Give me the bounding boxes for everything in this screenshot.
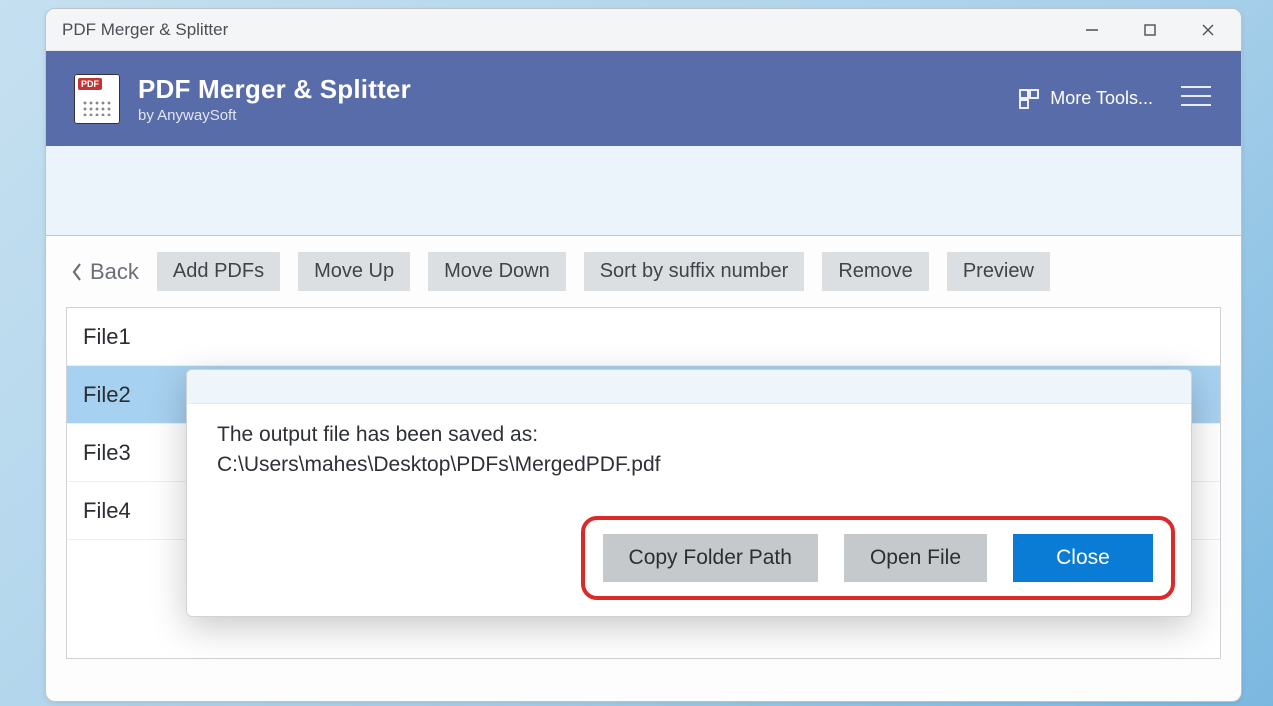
sort-button[interactable]: Sort by suffix number — [584, 252, 805, 291]
banner-strip — [46, 146, 1241, 236]
dialog-titlebar — [187, 370, 1191, 404]
preview-button[interactable]: Preview — [947, 252, 1050, 291]
window-minimize-button[interactable] — [1063, 12, 1121, 48]
app-window: PDF Merger & Splitter PDF Merger & Split… — [45, 8, 1242, 702]
app-subtitle: by AnywaySoft — [138, 107, 411, 124]
dialog-actions-highlight: Copy Folder Path Open File Close — [581, 516, 1175, 600]
dialog-message-line1: The output file has been saved as: — [217, 420, 1161, 450]
copy-folder-path-button[interactable]: Copy Folder Path — [603, 534, 818, 582]
app-title: PDF Merger & Splitter — [138, 74, 411, 105]
window-title: PDF Merger & Splitter — [62, 20, 228, 40]
hamburger-menu-button[interactable] — [1179, 83, 1213, 114]
more-tools-button[interactable]: More Tools... — [1018, 88, 1153, 110]
close-dialog-button[interactable]: Close — [1013, 534, 1153, 582]
app-logo-icon — [74, 74, 120, 124]
remove-button[interactable]: Remove — [822, 252, 928, 291]
save-complete-dialog: The output file has been saved as: C:\Us… — [186, 369, 1192, 617]
open-file-button[interactable]: Open File — [844, 534, 987, 582]
file-row[interactable]: File1 — [67, 308, 1220, 366]
add-pdfs-button[interactable]: Add PDFs — [157, 252, 280, 291]
toolbar: Back Add PDFs Move Up Move Down Sort by … — [46, 236, 1241, 303]
dialog-message-line2: C:\Users\mahes\Desktop\PDFs\MergedPDF.pd… — [217, 450, 1161, 480]
back-button[interactable]: Back — [70, 259, 139, 285]
back-label: Back — [90, 259, 139, 285]
move-down-button[interactable]: Move Down — [428, 252, 566, 291]
more-tools-label: More Tools... — [1050, 88, 1153, 109]
window-close-button[interactable] — [1179, 12, 1237, 48]
app-banner: PDF Merger & Splitter by AnywaySoft More… — [46, 51, 1241, 146]
window-titlebar: PDF Merger & Splitter — [46, 9, 1241, 51]
window-maximize-button[interactable] — [1121, 12, 1179, 48]
move-up-button[interactable]: Move Up — [298, 252, 410, 291]
